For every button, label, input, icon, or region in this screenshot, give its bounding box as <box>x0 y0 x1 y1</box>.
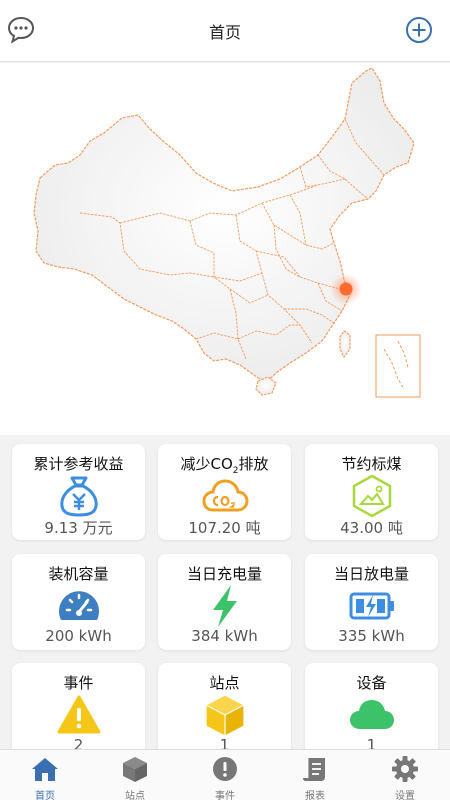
report-icon <box>303 758 325 781</box>
china-mainland-outline <box>33 67 415 384</box>
card-events[interactable]: 事件 2 <box>12 663 145 759</box>
card-daily-discharge[interactable]: 当日放电量 335 kWh <box>305 554 438 650</box>
china-map-svg <box>33 67 421 398</box>
card-label: 设备 <box>356 674 387 692</box>
card-stations[interactable]: 站点 1 <box>158 663 291 759</box>
add-circle-icon[interactable] <box>404 15 434 45</box>
cloud-icon <box>349 700 394 729</box>
card-label: 累计参考收益 <box>33 455 124 473</box>
tab-events[interactable]: 事件 <box>180 750 270 800</box>
card-value: 384 kWh <box>191 627 258 645</box>
tab-label: 报表 <box>305 791 325 800</box>
card-value: 107.20 吨 <box>188 519 261 537</box>
station-marker[interactable] <box>339 282 353 296</box>
taiwan-island <box>339 330 351 359</box>
cube-icon <box>204 694 245 737</box>
tab-reports[interactable]: 报表 <box>270 750 360 800</box>
tab-settings[interactable]: 设置 <box>360 750 450 800</box>
card-total-revenue[interactable]: 累计参考收益 9.13 万元 <box>12 444 145 540</box>
hainan-island <box>255 376 277 396</box>
card-label: 站点 <box>209 674 240 692</box>
warning-icon <box>57 695 100 734</box>
tab-label: 事件 <box>215 791 235 800</box>
top-navigation-bar: 首页 <box>0 0 450 62</box>
tab-label: 首页 <box>35 791 55 800</box>
gear-icon <box>392 756 418 782</box>
money-bag-icon <box>59 476 98 517</box>
tab-label: 设置 <box>395 791 415 800</box>
card-label: 装机容量 <box>48 565 109 583</box>
card-value: 200 kWh <box>45 627 112 645</box>
south-china-sea-inset <box>375 334 421 398</box>
card-devices[interactable]: 设备 1 <box>305 663 438 759</box>
cube-icon <box>123 757 147 782</box>
card-daily-charge[interactable]: 当日充电量 384 kWh <box>158 554 291 650</box>
alert-circle-icon <box>213 757 237 781</box>
card-label: 当日充电量 <box>186 565 262 583</box>
page-title: 首页 <box>208 23 241 42</box>
bottom-tab-bar: 首页 站点 事件 报表 设置 <box>0 749 450 800</box>
card-co2-reduction[interactable]: 减少CO2排放 107.20 吨 <box>158 444 291 540</box>
card-label: 节约标煤 <box>341 455 402 473</box>
tab-home[interactable]: 首页 <box>0 750 90 800</box>
china-map[interactable] <box>0 63 450 435</box>
card-label: 当日放电量 <box>333 565 409 583</box>
tab-stations[interactable]: 站点 <box>90 750 180 800</box>
home-icon <box>32 758 58 781</box>
card-value: 9.13 万元 <box>44 519 113 537</box>
card-label: 事件 <box>63 674 94 692</box>
card-installed-capacity[interactable]: 装机容量 200 kWh <box>12 554 145 650</box>
battery-charging-icon <box>349 592 394 620</box>
card-coal-saving[interactable]: 节约标煤 43.00 吨 <box>305 444 438 540</box>
gauge-icon <box>58 591 99 620</box>
card-value: 43.00 吨 <box>340 519 403 537</box>
coal-hexagon-icon <box>352 474 391 518</box>
card-label: 减少CO2排放 <box>180 455 269 476</box>
tab-label: 站点 <box>125 791 145 800</box>
lightning-icon <box>212 585 237 627</box>
co2-cloud-icon <box>201 479 249 512</box>
stats-grid: 累计参考收益 9.13 万元 减少CO2排放 107.20 吨 节约标煤 43.… <box>0 435 450 759</box>
card-value: 335 kWh <box>338 627 405 645</box>
